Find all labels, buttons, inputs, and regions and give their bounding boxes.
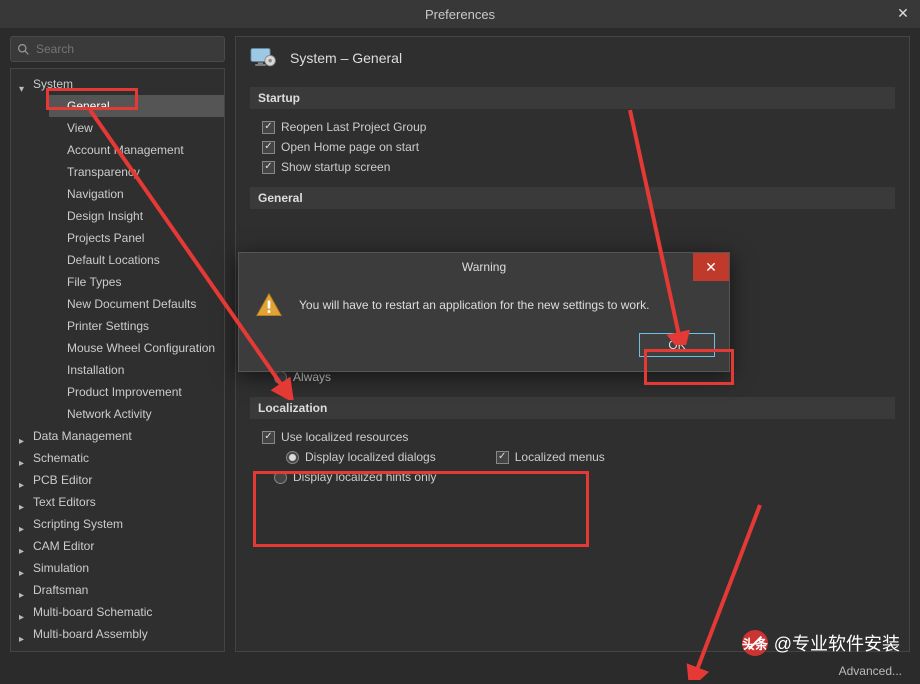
tree-item-mouse-wheel-configuration[interactable]: Mouse Wheel Configuration <box>49 337 224 359</box>
checkbox-icon <box>262 121 275 134</box>
tree-node-cam-editor[interactable]: CAM Editor <box>11 535 224 557</box>
page-header: System – General <box>250 47 895 69</box>
search-box[interactable] <box>10 36 225 62</box>
chevron-right-icon <box>19 541 29 551</box>
tree-item-product-improvement[interactable]: Product Improvement <box>49 381 224 403</box>
radio-icon <box>274 471 287 484</box>
rdo-display-hints[interactable]: Display localized hints only <box>250 467 895 487</box>
chevron-right-icon <box>19 475 29 485</box>
chevron-right-icon <box>19 497 29 507</box>
chevron-right-icon <box>19 563 29 573</box>
section-startup: Startup <box>250 87 895 109</box>
page-title: System – General <box>290 50 402 66</box>
warning-dialog: Warning ✕ You will have to restart an ap… <box>238 252 730 372</box>
tree-item-projects-panel[interactable]: Projects Panel <box>49 227 224 249</box>
tree-item-design-insight[interactable]: Design Insight <box>49 205 224 227</box>
tree-item-account-management[interactable]: Account Management <box>49 139 224 161</box>
tree-node-draftsman[interactable]: Draftsman <box>11 579 224 601</box>
dialog-body: You will have to restart an application … <box>239 281 729 325</box>
section-general: General <box>250 187 895 209</box>
label: Reopen Last Project Group <box>281 120 426 134</box>
window-title: Preferences <box>425 7 495 22</box>
chk-open-home[interactable]: Open Home page on start <box>250 137 895 157</box>
tree-item-printer-settings[interactable]: Printer Settings <box>49 315 224 337</box>
chevron-right-icon <box>19 519 29 529</box>
tree-label: PCB Editor <box>33 471 92 489</box>
sidebar: System GeneralViewAccount ManagementTran… <box>10 36 225 652</box>
titlebar: Preferences ✕ <box>0 0 920 28</box>
label: Open Home page on start <box>281 140 419 154</box>
tree-label: Scripting System <box>33 515 123 533</box>
dialog-message: You will have to restart an application … <box>299 298 713 312</box>
search-input[interactable] <box>36 42 218 56</box>
section-localization: Localization <box>250 397 895 419</box>
tree-node-schematic[interactable]: Schematic <box>11 447 224 469</box>
tree-label: CAM Editor <box>33 537 94 555</box>
tree-label: Simulation <box>33 559 89 577</box>
tree-item-default-locations[interactable]: Default Locations <box>49 249 224 271</box>
chevron-down-icon <box>19 79 29 89</box>
tree-node-scripting-system[interactable]: Scripting System <box>11 513 224 535</box>
label: Use localized resources <box>281 430 408 444</box>
chk-show-startup[interactable]: Show startup screen <box>250 157 895 177</box>
dialog-title: Warning <box>462 260 506 274</box>
chevron-right-icon <box>19 453 29 463</box>
radio-icon <box>274 371 287 384</box>
tree-item-transparency[interactable]: Transparency <box>49 161 224 183</box>
ok-button[interactable]: OK <box>639 333 715 357</box>
label: Display localized hints only <box>293 470 436 484</box>
checkbox-icon <box>262 431 275 444</box>
tree-node-multi-board-schematic[interactable]: Multi-board Schematic <box>11 601 224 623</box>
tree-label: Text Editors <box>33 493 96 511</box>
close-icon[interactable]: ✕ <box>894 4 912 22</box>
advanced-link[interactable]: Advanced... <box>839 664 902 678</box>
rdo-display-dialogs[interactable]: Display localized dialogs <box>274 447 436 467</box>
tree-item-installation[interactable]: Installation <box>49 359 224 381</box>
chk-localized-menus[interactable]: Localized menus <box>496 447 605 467</box>
tree-item-view[interactable]: View <box>49 117 224 139</box>
chevron-right-icon <box>19 585 29 595</box>
gear-monitor-icon <box>250 47 278 69</box>
watermark-badge: 头条 <box>742 630 768 656</box>
label: Localized menus <box>515 450 605 464</box>
chk-reopen-last[interactable]: Reopen Last Project Group <box>250 117 895 137</box>
tree-item-new-document-defaults[interactable]: New Document Defaults <box>49 293 224 315</box>
watermark: 头条 @专业软件安装 <box>742 630 900 656</box>
chevron-right-icon <box>19 431 29 441</box>
dialog-titlebar: Warning ✕ <box>239 253 729 281</box>
checkbox-icon <box>262 161 275 174</box>
nav-tree: System GeneralViewAccount ManagementTran… <box>10 68 225 652</box>
label: Display localized dialogs <box>305 450 436 464</box>
tree-item-file-types[interactable]: File Types <box>49 271 224 293</box>
chevron-right-icon <box>19 607 29 617</box>
tree-label: Multi-board Assembly <box>33 625 148 643</box>
tree-label: Draftsman <box>33 581 88 599</box>
tree-node-text-editors[interactable]: Text Editors <box>11 491 224 513</box>
warning-icon <box>255 291 283 319</box>
tree-node-data-management[interactable]: Data Management <box>11 425 224 447</box>
watermark-text: @专业软件安装 <box>774 630 900 656</box>
label: Show startup screen <box>281 160 390 174</box>
tree-node-multi-board-assembly[interactable]: Multi-board Assembly <box>11 623 224 645</box>
search-icon <box>17 43 30 56</box>
tree-label: Schematic <box>33 449 89 467</box>
checkbox-icon <box>496 451 509 464</box>
tree-item-general[interactable]: General <box>49 95 224 117</box>
label: Always <box>293 370 331 384</box>
dialog-close-button[interactable]: ✕ <box>693 253 729 281</box>
tree-label: System <box>33 75 73 93</box>
tree-label: Data Management <box>33 427 132 445</box>
tree-node-pcb-editor[interactable]: PCB Editor <box>11 469 224 491</box>
chevron-right-icon <box>19 629 29 639</box>
radio-icon <box>286 451 299 464</box>
tree-label: Multi-board Schematic <box>33 603 152 621</box>
chk-use-localized[interactable]: Use localized resources <box>250 427 895 447</box>
checkbox-icon <box>262 141 275 154</box>
tree-item-network-activity[interactable]: Network Activity <box>49 403 224 425</box>
tree-node-system[interactable]: System <box>11 73 224 95</box>
tree-item-navigation[interactable]: Navigation <box>49 183 224 205</box>
tree-node-simulation[interactable]: Simulation <box>11 557 224 579</box>
